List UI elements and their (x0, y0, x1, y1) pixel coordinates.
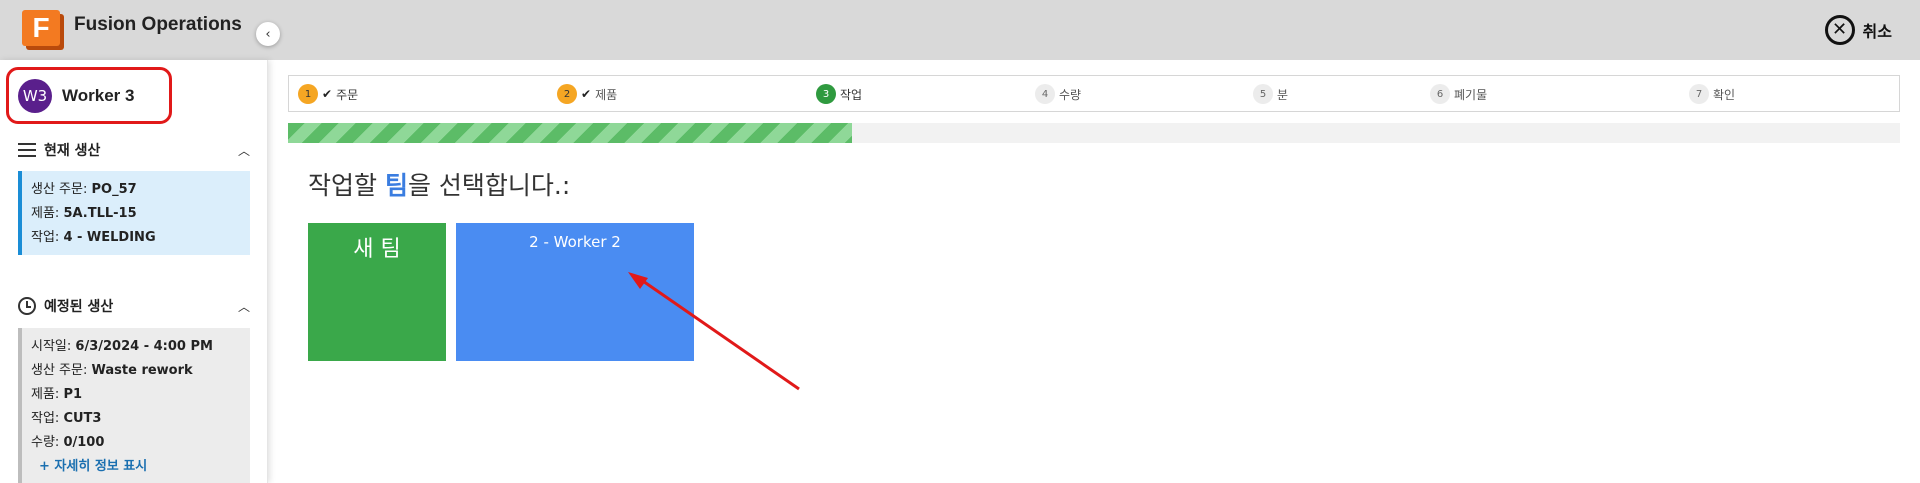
step-label: 작업 (840, 87, 863, 102)
step-label: 폐기물 (1454, 87, 1488, 102)
logo-letter: F (22, 10, 60, 46)
check-icon: ✔ (322, 87, 333, 101)
step-confirm[interactable]: 7 확인 (1689, 84, 1735, 104)
wizard-stepper: 1 ✔ 주문 2 ✔ 제품 3 작업 4 수량 5 분 6 폐기물 7 확인 (288, 75, 1900, 112)
current-product-row: 제품: 5A.TLL-15 (31, 206, 137, 221)
step-number: 4 (1035, 84, 1055, 104)
prompt-highlight: 팀 (384, 171, 408, 200)
planned-start-row: 시작일: 6/3/2024 - 4:00 PM (31, 339, 213, 354)
step-minutes[interactable]: 5 분 (1253, 84, 1288, 104)
current-operation-row: 작업: 4 - WELDING (31, 230, 156, 245)
current-order-row: 생산 주문: PO_57 (31, 182, 137, 197)
clock-icon (18, 297, 36, 315)
planned-production-title: 예정된 생산 (44, 299, 114, 315)
step-operation[interactable]: 3 작업 (816, 84, 862, 104)
step-waste[interactable]: 6 폐기물 (1430, 84, 1487, 104)
new-team-label: 새 팀 (353, 237, 401, 262)
chevron-left-icon: ‹ (265, 26, 271, 42)
step-number: 1 (298, 84, 318, 104)
team-label: 2 - Worker 2 (529, 233, 621, 251)
cancel-label: 취소 (1862, 22, 1892, 41)
close-icon: ✕ (1824, 15, 1855, 45)
current-production-header[interactable]: 현재 생산 ︿ (18, 140, 250, 160)
top-bar: F Fusion Operations ✕ 취소 (0, 0, 1920, 60)
new-team-tile[interactable]: 새 팀 (308, 223, 446, 361)
collapse-sidebar-button[interactable]: ‹ (256, 22, 280, 46)
app-logo: F (22, 10, 64, 50)
planned-order-row: 생산 주문: Waste rework (31, 363, 193, 378)
chevron-up-icon[interactable]: ︿ (238, 142, 250, 159)
planned-operation-row: 작업: CUT3 (31, 411, 102, 426)
progress-fill (288, 123, 853, 143)
annotation-arrow (628, 272, 800, 391)
step-label: 확인 (1713, 87, 1736, 102)
step-label: 제품 (595, 87, 618, 102)
menu-icon (18, 143, 36, 157)
user-name: Worker 3 (62, 85, 135, 105)
step-quantity[interactable]: 4 수량 (1035, 84, 1081, 104)
current-production-title: 현재 생산 (44, 143, 101, 159)
user-badge[interactable]: W3 Worker 3 (6, 67, 172, 124)
step-number: 6 (1430, 84, 1450, 104)
team-tile-worker-2[interactable]: 2 - Worker 2 (456, 223, 694, 361)
step-label: 주문 (336, 87, 359, 102)
step-number: 7 (1689, 84, 1709, 104)
check-icon: ✔ (581, 87, 592, 101)
step-number: 5 (1253, 84, 1273, 104)
sidebar: W3 Worker 3 현재 생산 ︿ 생산 주문: PO_57 제품: 5A.… (0, 60, 268, 483)
page-prompt: 작업할 팀을 선택합니다.: (308, 171, 571, 200)
show-more-link[interactable]: + 자세히 정보 표시 (39, 455, 250, 479)
current-production-card: 생산 주문: PO_57 제품: 5A.TLL-15 작업: 4 - WELDI… (18, 171, 250, 255)
step-order[interactable]: 1 ✔ 주문 (298, 84, 358, 104)
cancel-button[interactable]: ✕ 취소 (1824, 14, 1892, 46)
step-label: 분 (1277, 87, 1289, 102)
app-title: Fusion Operations (74, 14, 242, 35)
planned-production-card: 시작일: 6/3/2024 - 4:00 PM 생산 주문: Waste rew… (18, 328, 250, 483)
planned-product-row: 제품: P1 (31, 387, 83, 402)
wizard-progress-bar (288, 123, 1900, 143)
avatar: W3 (18, 78, 52, 113)
step-product[interactable]: 2 ✔ 제품 (557, 84, 617, 104)
chevron-up-icon[interactable]: ︿ (238, 298, 250, 315)
step-number: 2 (557, 84, 577, 104)
planned-production-header[interactable]: 예정된 생산 ︿ (18, 296, 250, 316)
step-number: 3 (816, 84, 836, 104)
planned-quantity-row: 수량: 0/100 (31, 435, 105, 450)
step-label: 수량 (1059, 87, 1082, 102)
